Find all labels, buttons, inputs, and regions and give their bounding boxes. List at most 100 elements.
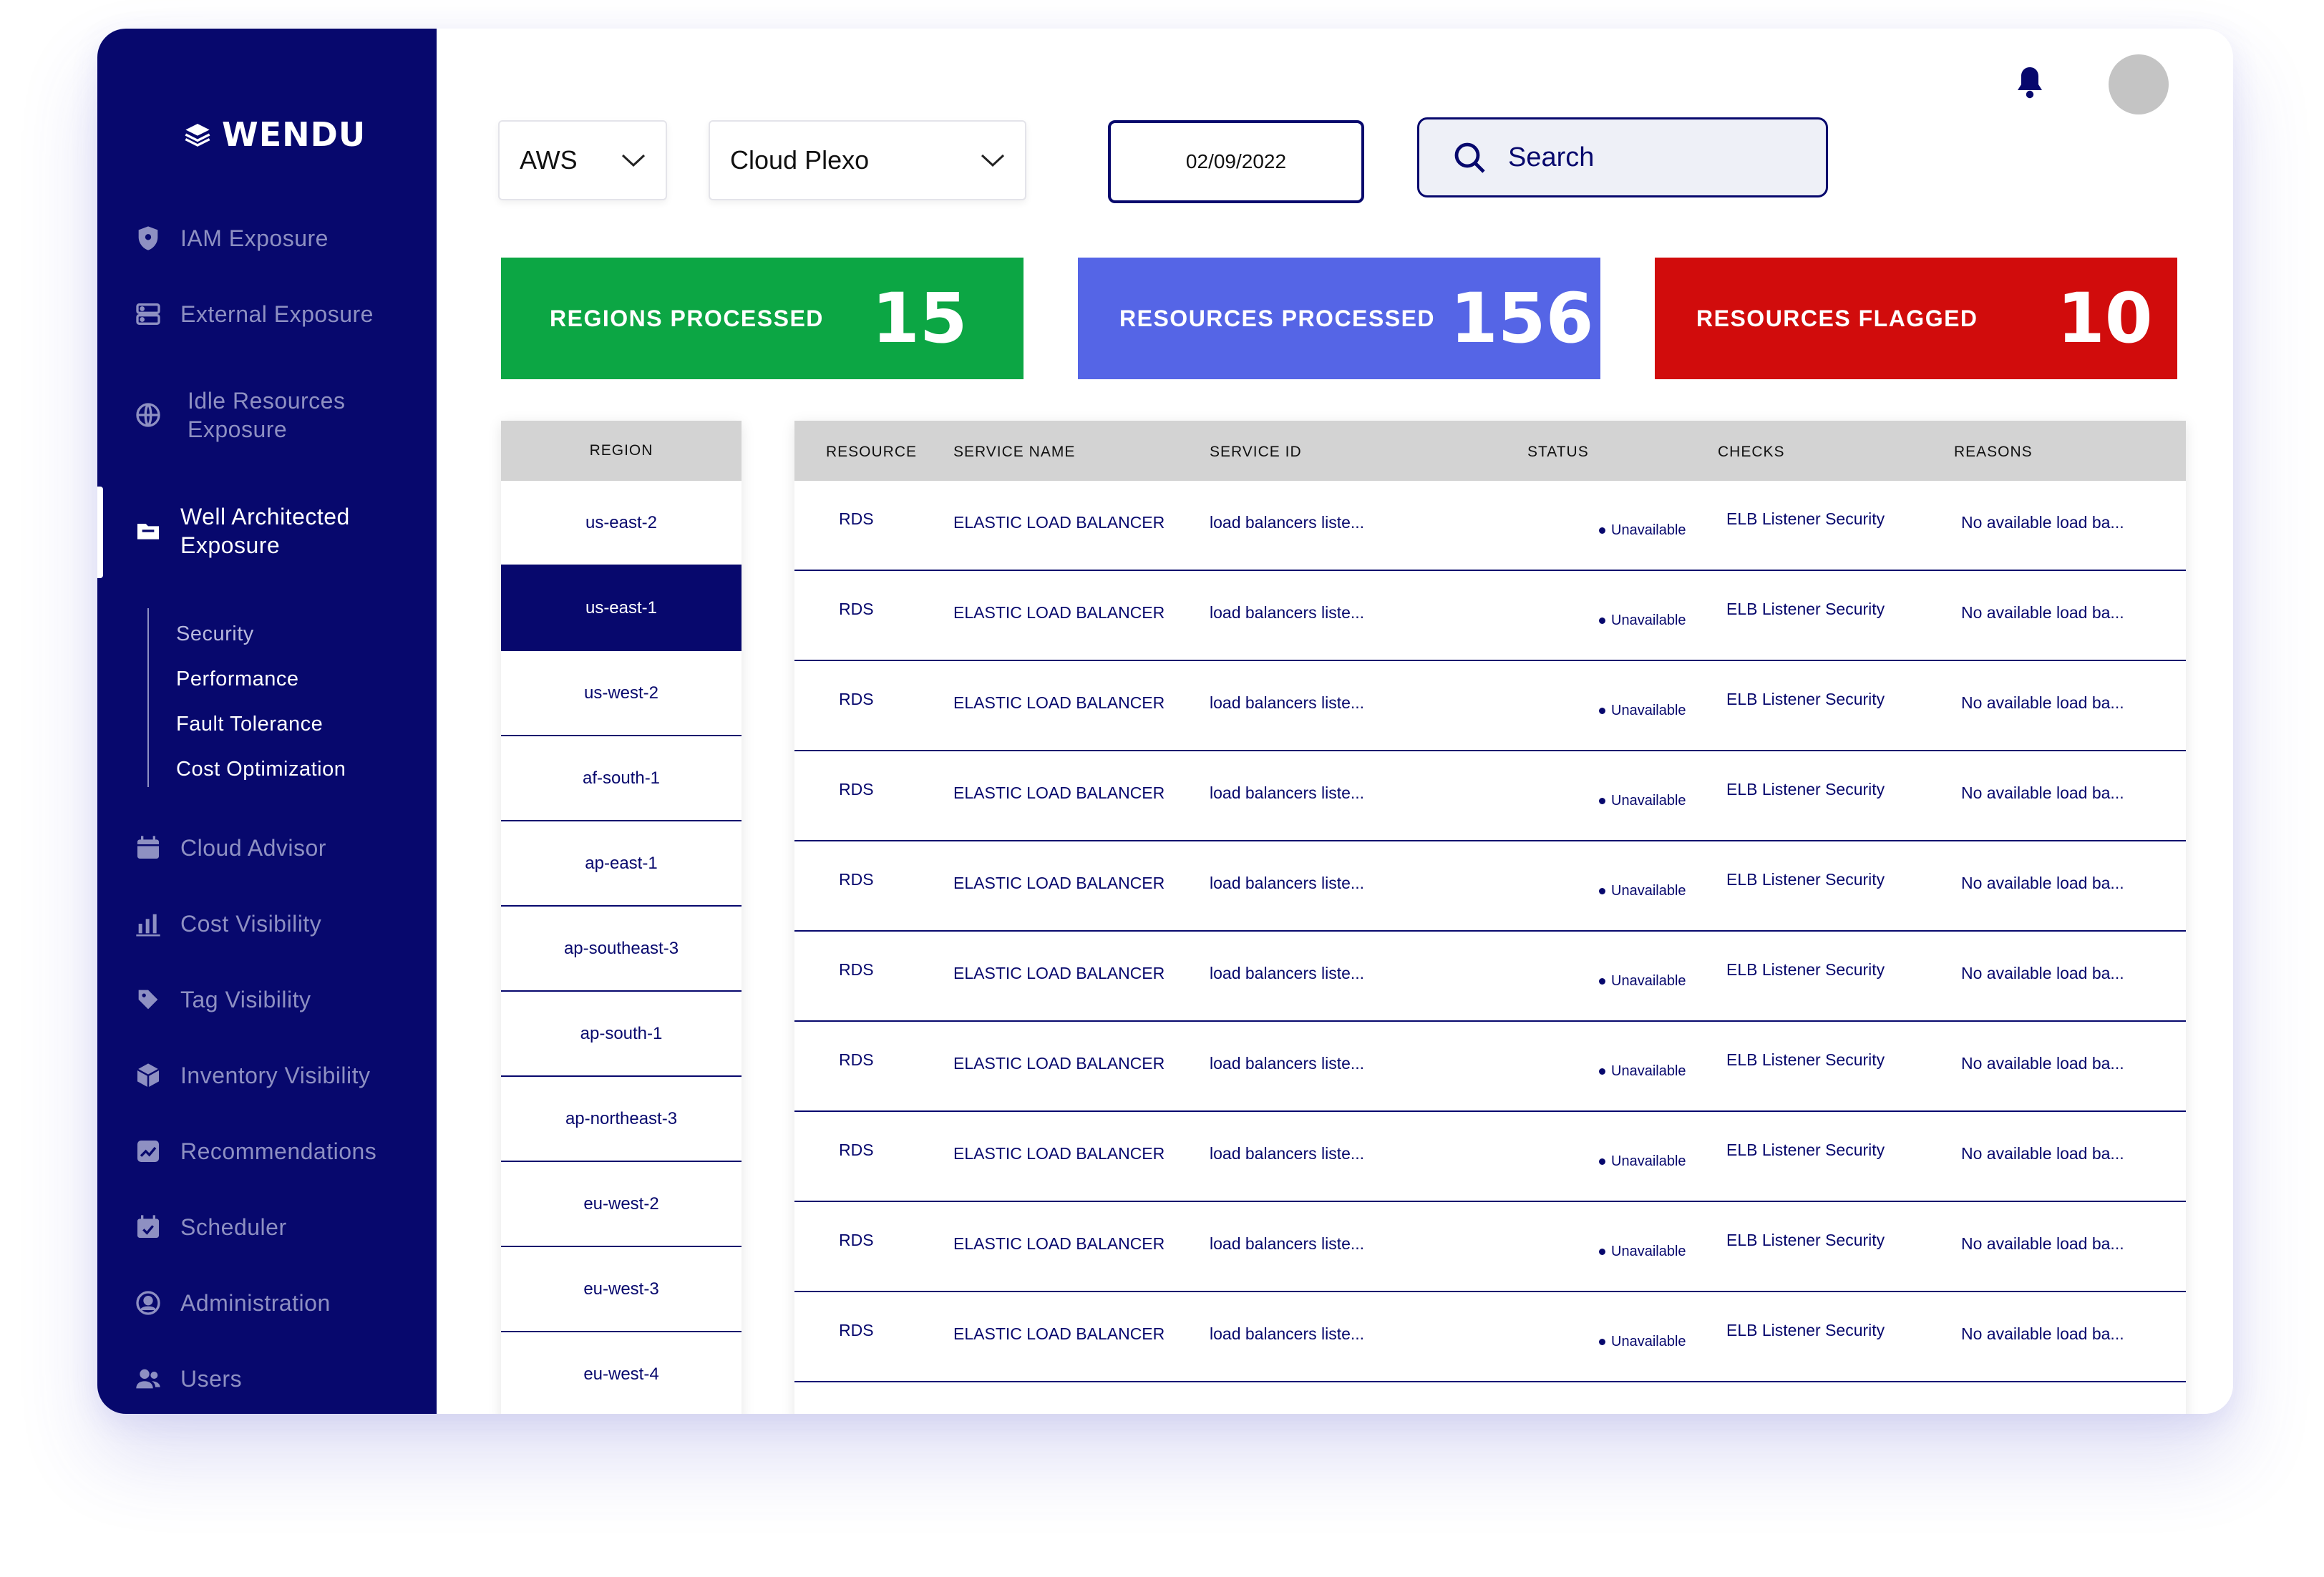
sidebar-item-external-exposure[interactable]: External Exposure — [133, 299, 374, 329]
search-input[interactable]: Search — [1417, 117, 1828, 197]
cell-resource: RDS — [839, 600, 874, 618]
region-row[interactable]: eu-west-4 — [501, 1332, 742, 1414]
region-row[interactable]: af-south-1 — [501, 736, 742, 821]
date-field[interactable]: 02/09/2022 — [1108, 120, 1364, 203]
active-indicator — [97, 487, 103, 578]
search-placeholder: Search — [1508, 142, 1595, 172]
region-row[interactable]: ap-east-1 — [501, 821, 742, 907]
region-row[interactable]: ap-south-1 — [501, 992, 742, 1077]
cell-checks: ELB Listener Security — [1726, 960, 1885, 979]
cell-checks: ELB Listener Security — [1726, 1050, 1885, 1069]
submenu-item-security[interactable]: Security — [176, 622, 254, 646]
sidebar-item-label: Inventory Visibility — [180, 1063, 371, 1088]
sidebar-item-recommendations[interactable]: Recommendations — [133, 1136, 376, 1166]
cell-reasons: No available load ba... — [1961, 874, 2124, 892]
table-row[interactable]: RDS ELASTIC LOAD BALANCER load balancers l… — [794, 481, 2186, 571]
status-text: Unavailable — [1611, 1153, 1686, 1169]
region-row[interactable]: us-east-2 — [501, 481, 742, 566]
submenu-item-fault-tolerance[interactable]: Fault Tolerance — [176, 713, 323, 736]
header-resource[interactable]: RESOURCE — [826, 444, 917, 461]
calendar-icon — [133, 833, 163, 863]
stat-value: 10 — [2057, 278, 2153, 358]
resources-table: RESOURCE SERVICE NAME SERVICE ID STATUS … — [794, 421, 2186, 1414]
sidebar-item-well-architected[interactable]: Well Architected Exposure — [133, 502, 350, 560]
table-row[interactable]: RDS ELASTIC LOAD BALANCER load balancers l… — [794, 932, 2186, 1022]
table-row[interactable]: RDS ELASTIC LOAD BALANCER load balancers l… — [794, 661, 2186, 751]
table-row[interactable]: RDS ELASTIC LOAD BALANCER load balancers l… — [794, 571, 2186, 661]
cell-checks: ELB Listener Security — [1726, 509, 1885, 528]
region-row[interactable]: us-west-2 — [501, 651, 742, 736]
sidebar-item-administration[interactable]: Administration — [133, 1288, 331, 1318]
cell-status: Unavailable — [1599, 522, 1686, 539]
status-text: Unavailable — [1611, 883, 1686, 899]
sidebar-item-inventory-visibility[interactable]: Inventory Visibility — [133, 1060, 371, 1090]
sidebar-item-tag-visibility[interactable]: Tag Visibility — [133, 985, 311, 1015]
cell-service-name: ELASTIC LOAD BALANCER — [953, 513, 1165, 532]
trend-icon — [133, 1136, 163, 1166]
sidebar-item-label: Well Architected Exposure — [180, 504, 350, 558]
cell-service-id: load balancers liste... — [1210, 693, 1365, 712]
region-row[interactable]: eu-west-3 — [501, 1247, 742, 1332]
logo[interactable]: WENDU — [183, 114, 366, 155]
schedule-icon — [133, 1212, 163, 1242]
cell-checks: ELB Listener Security — [1726, 690, 1885, 708]
search-icon — [1454, 142, 1485, 173]
region-row[interactable]: ap-northeast-3 — [501, 1077, 742, 1162]
sidebar-item-label: Recommendations — [180, 1138, 377, 1164]
sidebar-item-idle-resources[interactable]: Idle Resources Exposure — [133, 386, 345, 444]
account-dropdown-value: Cloud Plexo — [730, 145, 870, 175]
sidebar: WENDU IAM Exposure External Exposure Idl… — [97, 29, 437, 1414]
header-service-id[interactable]: SERVICE ID — [1210, 444, 1302, 461]
cell-service-name: ELASTIC LOAD BALANCER — [953, 1054, 1165, 1073]
submenu-item-performance[interactable]: Performance — [176, 668, 299, 691]
cell-service-id: load balancers liste... — [1210, 1234, 1365, 1253]
stat-card-resources-flagged: RESOURCES FLAGGED 10 — [1655, 258, 2177, 379]
table-row[interactable]: RDS ELASTIC LOAD BALANCER load balancers l… — [794, 1112, 2186, 1202]
bell-icon[interactable] — [2016, 66, 2044, 100]
table-row[interactable]: RDS ELASTIC LOAD BALANCER load balancers l… — [794, 751, 2186, 841]
header-checks[interactable]: CHECKS — [1718, 444, 1785, 461]
logo-text: WENDU — [222, 115, 366, 154]
cell-service-id: load balancers liste... — [1210, 874, 1365, 892]
cell-checks: ELB Listener Security — [1726, 1141, 1885, 1159]
header-reasons[interactable]: REASONS — [1954, 444, 2033, 461]
cell-service-id: load balancers liste... — [1210, 1144, 1365, 1163]
cell-reasons: No available load ba... — [1961, 783, 2124, 802]
table-row[interactable]: RDS ELASTIC LOAD BALANCER load balancers l… — [794, 841, 2186, 932]
status-dot-icon — [1599, 1158, 1605, 1165]
cell-status: Unavailable — [1599, 1334, 1686, 1350]
cell-status: Unavailable — [1599, 973, 1686, 990]
sidebar-item-label: Scheduler — [180, 1214, 287, 1240]
cell-service-id: load balancers liste... — [1210, 1054, 1365, 1073]
sidebar-item-label: Idle Resources Exposure — [188, 388, 346, 442]
submenu-item-cost-optimization[interactable]: Cost Optimization — [176, 758, 346, 781]
user-circle-icon — [133, 1288, 163, 1318]
region-row[interactable]: eu-west-2 — [501, 1162, 742, 1247]
table-row[interactable]: RDS ELASTIC LOAD BALANCER load balancers l… — [794, 1202, 2186, 1292]
sidebar-item-cost-visibility[interactable]: Cost Visibility — [133, 909, 321, 939]
sidebar-item-users[interactable]: Users — [133, 1364, 242, 1394]
sidebar-item-scheduler[interactable]: Scheduler — [133, 1212, 287, 1242]
sidebar-item-cloud-advisor[interactable]: Cloud Advisor — [133, 833, 326, 863]
sidebar-item-iam-exposure[interactable]: IAM Exposure — [133, 223, 329, 253]
region-row-selected[interactable]: us-east-1 — [501, 566, 742, 651]
sidebar-item-label: External Exposure — [180, 301, 374, 327]
cell-service-id: load balancers liste... — [1210, 783, 1365, 802]
cell-resource: RDS — [839, 870, 874, 889]
status-dot-icon — [1599, 617, 1605, 624]
table-row[interactable]: RDS ELASTIC LOAD BALANCER load balancers l… — [794, 1022, 2186, 1112]
stat-value: 156 — [1450, 278, 1594, 358]
cell-resource: RDS — [839, 1050, 874, 1069]
header-status[interactable]: STATUS — [1527, 444, 1589, 461]
cell-service-id: load balancers liste... — [1210, 1324, 1365, 1343]
region-row[interactable]: ap-southeast-3 — [501, 907, 742, 992]
layers-icon — [185, 124, 210, 147]
table-body: RDS ELASTIC LOAD BALANCER load balancers l… — [794, 481, 2186, 1414]
status-dot-icon — [1599, 978, 1605, 985]
avatar[interactable] — [2109, 54, 2169, 114]
header-service-name[interactable]: SERVICE NAME — [953, 444, 1075, 461]
stat-label: RESOURCES FLAGGED — [1696, 305, 1978, 331]
account-dropdown[interactable]: Cloud Plexo — [709, 120, 1026, 200]
provider-dropdown[interactable]: AWS — [498, 120, 667, 200]
table-row[interactable]: RDS ELASTIC LOAD BALANCER load balancers l… — [794, 1292, 2186, 1382]
